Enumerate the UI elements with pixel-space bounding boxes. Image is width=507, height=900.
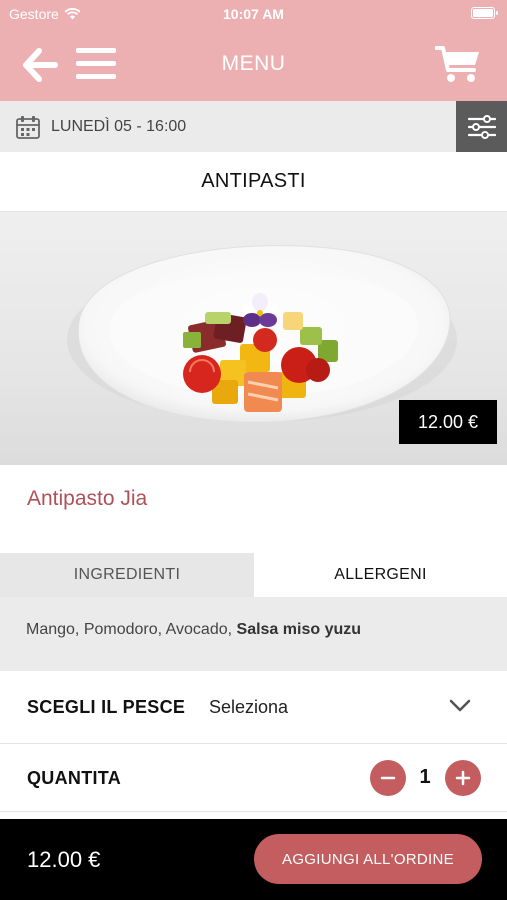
cart-button[interactable] — [434, 44, 481, 84]
ingredients-text: Mango, Pomodoro, Avocado, — [26, 621, 237, 638]
sliders-icon — [467, 114, 496, 139]
ingredients-list: Mango, Pomodoro, Avocado, Salsa miso yuz… — [0, 597, 507, 671]
order-total: 12.00 € — [27, 847, 101, 872]
fish-select-row[interactable]: SCEGLI IL PESCE Seleziona — [0, 671, 507, 744]
add-to-order-button[interactable]: AGGIUNGI ALL'ORDINE — [254, 834, 482, 884]
date-bar: LUNEDÌ 05 - 16:00 — [0, 101, 507, 152]
fish-select-value[interactable]: Seleziona — [209, 697, 288, 718]
product-image: 12.00 € — [0, 212, 507, 465]
order-footer: 12.00 € AGGIUNGI ALL'ORDINE — [0, 819, 507, 900]
minus-icon — [380, 776, 396, 780]
page-title: MENU — [221, 52, 286, 75]
info-tabs: INGREDIENTI ALLERGENI — [0, 553, 507, 597]
status-bar: Gestore 10:07 AM — [0, 0, 507, 28]
dish-name: Antipasto Jia — [27, 487, 148, 510]
ingredients-bold-text: Salsa miso yuzu — [236, 621, 362, 638]
calendar-icon — [16, 116, 40, 139]
quantity-value: 1 — [419, 766, 431, 788]
price-tag: 12.00 € — [399, 400, 497, 444]
top-nav-bar: MENU — [0, 28, 507, 101]
quantity-row: QUANTITA 1 — [0, 744, 507, 812]
status-time: 10:07 AM — [223, 6, 284, 22]
quantity-label: QUANTITA — [27, 768, 122, 788]
quantity-decrease-button[interactable] — [370, 760, 406, 796]
filter-button[interactable] — [456, 101, 507, 152]
cart-icon — [434, 46, 479, 82]
battery-icon — [471, 7, 498, 19]
category-title: ANTIPASTI — [0, 152, 507, 212]
tab-ingredients[interactable]: INGREDIENTI — [0, 553, 254, 597]
fish-select-label: SCEGLI IL PESCE — [27, 697, 186, 717]
tab-allergens[interactable]: ALLERGENI — [254, 553, 507, 597]
plus-icon — [455, 770, 471, 786]
chevron-down-icon[interactable] — [449, 698, 471, 714]
delivery-date[interactable]: LUNEDÌ 05 - 16:00 — [51, 118, 186, 136]
quantity-increase-button[interactable] — [445, 760, 481, 796]
